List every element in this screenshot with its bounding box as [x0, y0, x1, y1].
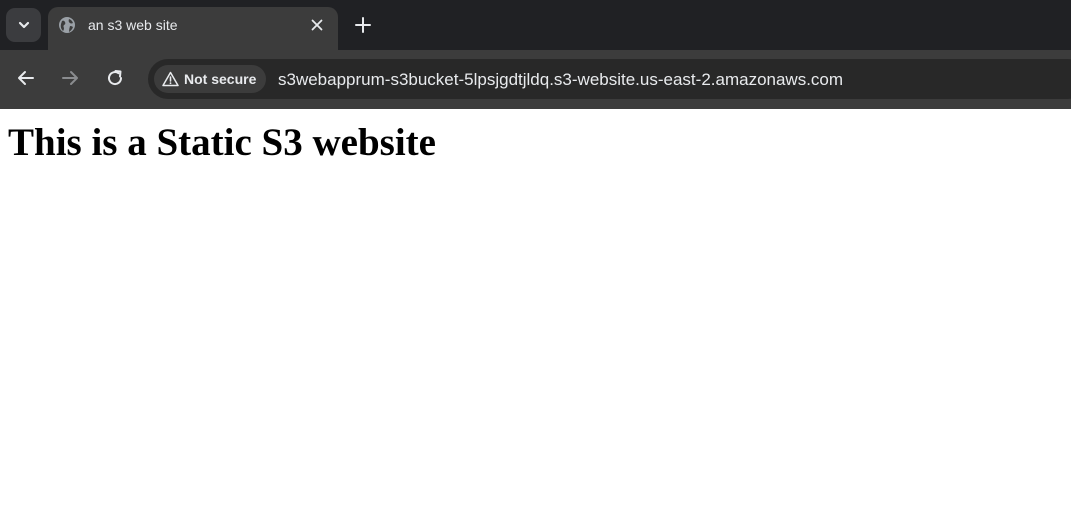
page-content: This is a Static S3 website — [0, 109, 1071, 523]
plus-icon[interactable] — [352, 14, 374, 36]
active-tab[interactable]: an s3 web site — [48, 7, 338, 50]
url-text[interactable]: s3webapprum-s3bucket-5lpsjgdtjldq.s3-web… — [278, 70, 843, 90]
tab-title: an s3 web site — [88, 17, 178, 33]
close-icon[interactable] — [309, 17, 325, 33]
arrow-left-icon[interactable] — [15, 67, 37, 89]
reload-icon[interactable] — [104, 67, 126, 89]
security-chip[interactable]: Not secure — [154, 65, 266, 93]
arrow-right-icon[interactable] — [59, 67, 81, 89]
tab-search-button[interactable] — [6, 8, 41, 42]
tab-strip: an s3 web site — [0, 0, 1071, 50]
warning-icon — [162, 71, 179, 87]
security-label: Not secure — [184, 71, 257, 87]
address-bar[interactable]: Not secure s3webapprum-s3bucket-5lpsjgdt… — [148, 59, 1071, 99]
chevron-down-icon — [18, 21, 29, 29]
toolbar: Not secure s3webapprum-s3bucket-5lpsjgdt… — [0, 50, 1071, 109]
globe-icon — [59, 17, 75, 33]
page-heading: This is a Static S3 website — [8, 121, 436, 164]
browser-chrome: an s3 web site Not secure s3webapprum-s3… — [0, 0, 1071, 109]
